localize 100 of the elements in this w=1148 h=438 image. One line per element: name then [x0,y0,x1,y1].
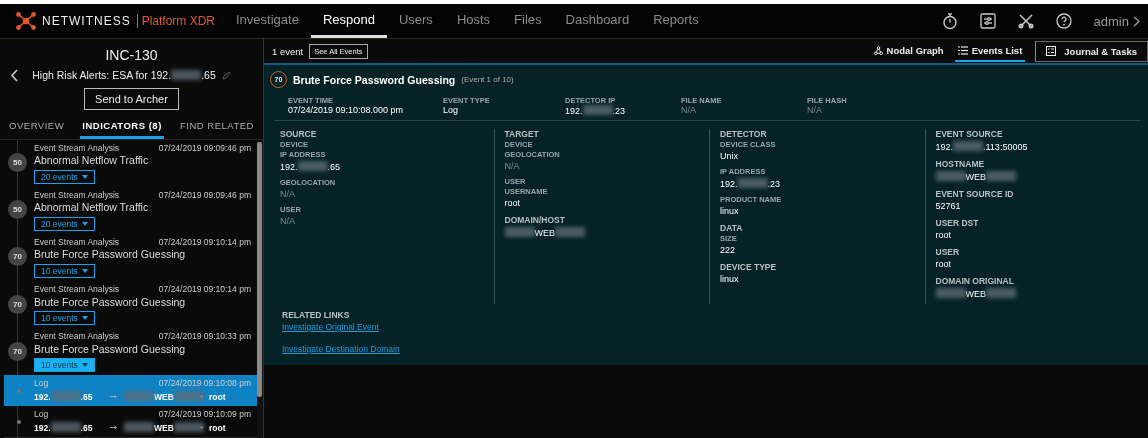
journal-tasks-button[interactable]: Journal & Tasks [1035,40,1148,62]
source-ip: 192. .65 [34,422,94,433]
field-value: WEB [935,288,1140,299]
events-dropdown[interactable]: 10 events [34,357,95,373]
checklist-icon [1046,46,1057,56]
field-value: root [935,259,952,269]
redaction-blur [297,161,328,171]
section-heading: EVENT SOURCE ID [935,189,1015,199]
event-count: 1 event [272,45,304,57]
events-dropdown[interactable]: 20 events [34,169,95,185]
nav-tab[interactable]: Investigate [224,4,311,38]
risk-score: 70 [8,294,27,314]
brand-name: NETWITNESS [42,14,131,28]
field-value: linux [720,274,740,284]
indicator-source: Event Stream Analysis [34,284,121,295]
list-icon [957,45,968,55]
section-heading: EVENT SOURCE [935,129,1004,139]
event-position: (Event 1 of 10) [461,75,514,84]
redaction-blur [171,70,202,80]
redaction-blur [50,422,81,432]
field-value: WEB [935,171,1140,182]
risk-score: 50 [8,153,27,173]
field-value: Unix [720,151,739,161]
user-menu[interactable]: admin [1093,13,1129,29]
related-link[interactable]: Investigate Destination Domain [282,344,400,354]
nav-tab[interactable]: Hosts [444,4,503,38]
nav-tab[interactable]: Reports [641,4,711,38]
field-value: N/A [280,216,296,226]
logo-icon [16,12,36,30]
indicator-name[interactable]: Brute Force Password Guessing [34,248,251,261]
indicator-name[interactable]: Brute Force Password Guessing [34,342,251,355]
user-name: root [209,391,226,402]
indicator-name[interactable]: Brute Force Password Guessing [34,295,251,308]
field-value: 192. .23 [565,105,627,116]
indicator-source: Event Stream Analysis [34,143,121,154]
risk-score: 50 [8,200,27,220]
indicator-time: 07/24/2019 09:10:14 pm [158,237,251,248]
nav-tab[interactable]: Users [386,4,445,38]
redaction-blur [737,178,768,188]
caret-down-icon [81,174,88,179]
section-heading: DOMAIN/HOST [504,215,566,225]
redaction-blur [953,141,984,151]
field-value: N/A [504,161,521,171]
nav-tab[interactable]: Dashboard [553,4,642,38]
events-dropdown[interactable]: 20 events [34,216,95,232]
indicator-time: 07/24/2019 09:10:14 pm [158,284,251,295]
field-value: Log [443,105,460,115]
tools-icon[interactable] [1017,13,1034,29]
event-type: Log [34,378,50,391]
field-value: root [935,230,952,240]
section-heading: SOURCE [280,129,318,139]
arrow-right-icon [110,425,118,430]
scrollbar-thumb[interactable] [257,142,262,397]
indicator-time: 07/24/2019 09:09:46 pm [158,190,251,201]
event-time: 07/24/2019 09:10:08 pm [158,378,251,391]
events-dropdown[interactable]: 10 events [34,310,95,326]
product-name: Platform XDR [136,14,216,28]
chevron-right-icon[interactable] [1133,15,1140,27]
section-heading: DOMAIN ORIGINAL [935,276,1015,286]
nav-tab[interactable]: Files [502,4,554,38]
event-row[interactable]: Log 07/24/2019 09:10:08 pm 192. .65 WEB root [4,375,257,407]
related-link[interactable]: Investigate Original Event [282,322,379,332]
view-tab[interactable]: Events List [954,40,1026,62]
indicator-name[interactable]: Abnormal Netflow Traffic [34,154,251,167]
field-value: linux [720,206,740,216]
field-value: 192. .65 [280,161,342,172]
destination-host: WEB [124,422,194,433]
help-icon[interactable] [1055,13,1072,29]
incident-id: INC-130 [105,47,158,63]
indicator-name[interactable]: Abnormal Netflow Traffic [34,201,251,214]
sliders-icon[interactable] [979,13,996,29]
caret-down-icon [81,316,88,321]
bullet-icon [200,426,203,429]
risk-score: 70 [8,341,27,361]
destination-host: WEB [124,391,194,403]
back-chevron-icon[interactable] [10,69,18,82]
events-dropdown[interactable]: 10 events [34,263,95,279]
panel-tab[interactable]: FIND RELATED [178,116,256,139]
indicator-source: Event Stream Analysis [34,237,121,248]
indicator-time: 07/24/2019 09:09:46 pm [158,143,251,154]
panel-tab[interactable]: OVERVIEW [7,116,67,139]
field-value: N/A [807,105,823,115]
redaction-blur [50,391,81,402]
arrow-right-icon [110,394,118,400]
caret-down-icon [81,221,88,226]
view-tab[interactable]: Nodal Graph [870,40,947,62]
event-row[interactable]: Log 07/24/2019 09:10:09 pm 192. .65 WEB root [4,406,257,438]
section-heading: TARGET [504,129,540,139]
send-to-archer-button[interactable]: Send to Archer [84,88,179,110]
field-value: 52761 [935,201,962,211]
panel-tab[interactable]: INDICATORS (8) [80,116,164,139]
indicator-time: 07/24/2019 09:10:33 pm [158,331,251,342]
user-name: root [209,422,226,433]
stopwatch-icon[interactable] [941,12,958,30]
section-heading: DETECTOR [720,129,768,139]
risk-score: 70 [8,247,27,267]
field-value: WEB [504,227,709,238]
section-heading: DATA [720,223,744,233]
field-value: 192. .23 [720,178,782,189]
pencil-icon[interactable] [221,70,231,80]
